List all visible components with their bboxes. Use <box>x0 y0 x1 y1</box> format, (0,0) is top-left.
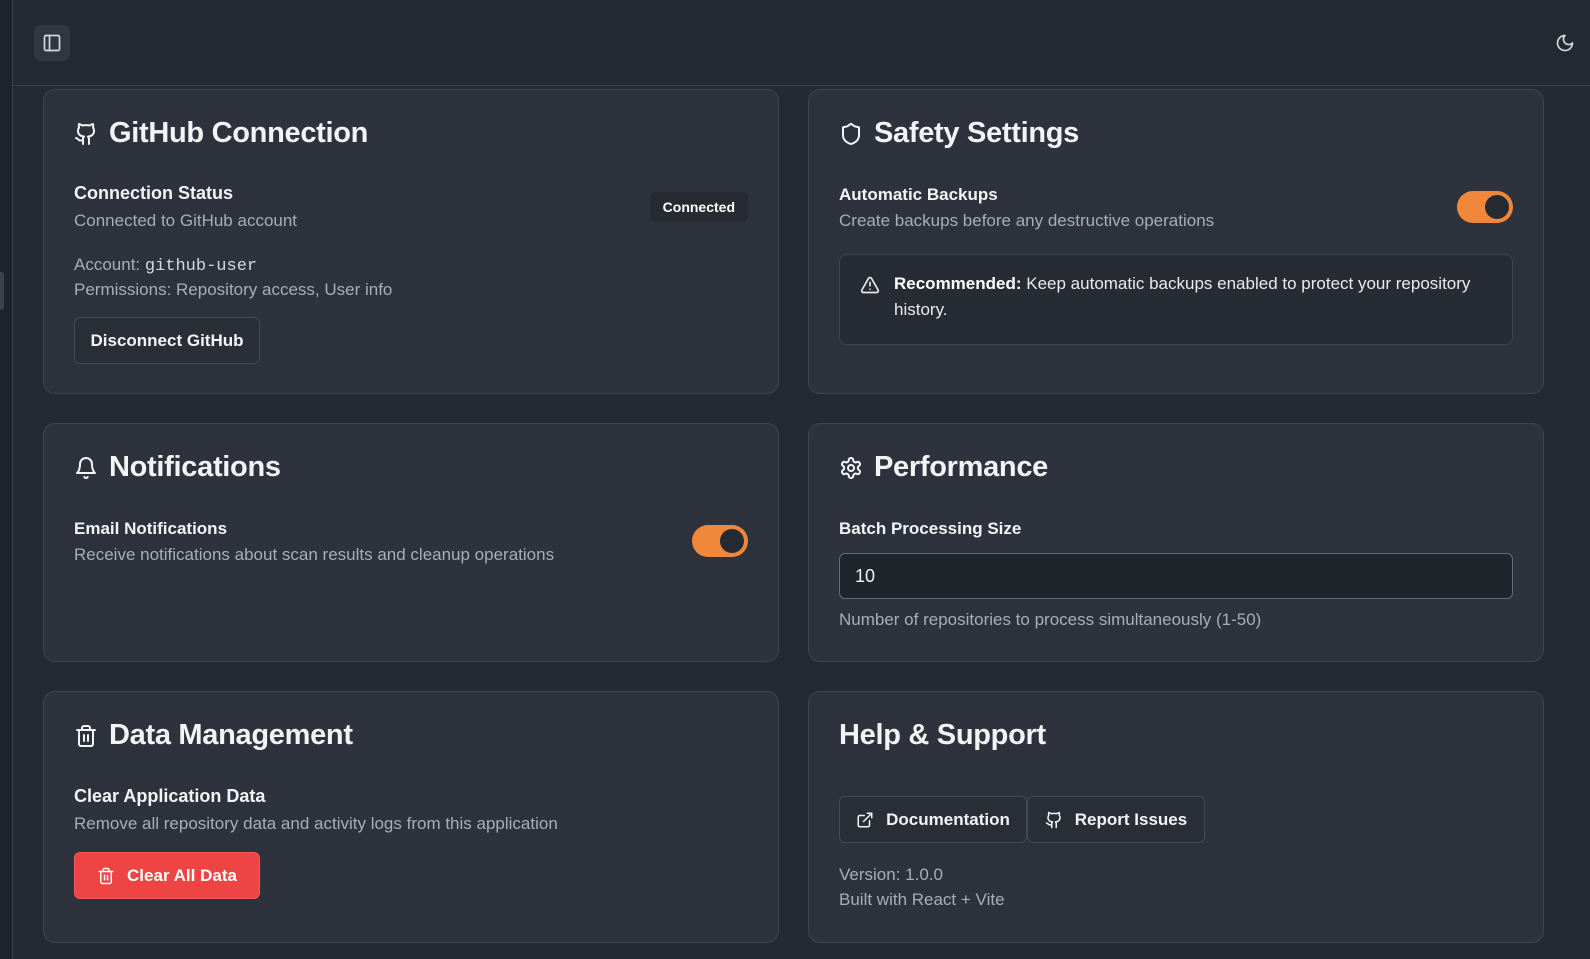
automatic-backups-label: Automatic Backups <box>839 185 998 204</box>
notifications-card: Notifications Email Notifications Receiv… <box>43 423 779 662</box>
shield-icon <box>839 121 863 147</box>
data-management-title: Data Management <box>74 719 353 752</box>
card-title-text: Help & Support <box>839 719 1046 751</box>
top-bar <box>13 0 1590 86</box>
email-notifications-desc: Receive notifications about scan results… <box>74 545 555 564</box>
warning-triangle-icon <box>860 275 880 300</box>
external-link-icon <box>856 811 874 829</box>
trash-icon <box>97 867 115 885</box>
email-notifications-label: Email Notifications <box>74 519 228 538</box>
card-title-text: Performance <box>874 451 1048 483</box>
card-title-text: GitHub Connection <box>109 117 369 149</box>
left-rail <box>0 0 13 959</box>
recommendation-alert: Recommended: Keep automatic backups enab… <box>839 254 1513 345</box>
documentation-label: Documentation <box>886 809 1010 829</box>
toggle-knob <box>1485 195 1509 219</box>
github-icon <box>1045 811 1063 829</box>
version-text: Version: 1.0.0 <box>839 865 943 884</box>
status-badge: Connected <box>649 192 748 222</box>
alert-text: Recommended: Keep automatic backups enab… <box>894 271 1492 323</box>
trash-icon <box>74 723 98 749</box>
email-notifications-toggle[interactable] <box>692 525 748 557</box>
connection-status-desc: Connected to GitHub account <box>74 211 298 230</box>
automatic-backups-toggle[interactable] <box>1457 191 1513 223</box>
card-title-text: Safety Settings <box>874 117 1079 149</box>
account-label: Account: <box>74 255 145 274</box>
documentation-button[interactable]: Documentation <box>839 796 1027 843</box>
account-line: Account: github-user <box>74 255 257 276</box>
clear-all-data-button[interactable]: Clear All Data <box>74 852 260 899</box>
connection-status-label: Connection Status <box>74 183 234 203</box>
alert-strong: Recommended: <box>894 274 1022 293</box>
theme-toggle-button[interactable] <box>1552 30 1578 56</box>
data-management-card: Data Management Clear Application Data R… <box>43 691 779 943</box>
safety-settings-card: Safety Settings Automatic Backups Create… <box>808 89 1544 394</box>
safety-settings-title: Safety Settings <box>839 117 1079 150</box>
help-support-title: Help & Support <box>839 719 1046 752</box>
card-title-text: Notifications <box>109 451 281 483</box>
bell-icon <box>74 455 98 481</box>
rail-handle[interactable] <box>0 272 4 310</box>
card-title-text: Data Management <box>109 719 353 751</box>
built-with-text: Built with React + Vite <box>839 890 1005 909</box>
report-issues-button[interactable]: Report Issues <box>1027 796 1205 843</box>
clear-data-desc: Remove all repository data and activity … <box>74 814 558 833</box>
clear-all-data-label: Clear All Data <box>127 865 237 885</box>
gear-icon <box>839 455 863 481</box>
batch-size-input[interactable]: 10 <box>839 553 1513 599</box>
panel-left-icon <box>43 34 61 52</box>
disconnect-github-button[interactable]: Disconnect GitHub <box>74 317 260 364</box>
batch-size-hint: Number of repositories to process simult… <box>839 610 1262 629</box>
report-issues-label: Report Issues <box>1074 809 1188 829</box>
github-icon <box>74 121 98 147</box>
help-support-card: Help & Support Documentation Report Issu… <box>808 691 1544 943</box>
account-value: github-user <box>144 257 258 276</box>
moon-icon <box>1556 34 1574 52</box>
clear-data-label: Clear Application Data <box>74 786 266 806</box>
notifications-title: Notifications <box>74 451 281 484</box>
batch-size-label: Batch Processing Size <box>839 519 1022 538</box>
github-connection-title: GitHub Connection <box>74 117 368 150</box>
automatic-backups-desc: Create backups before any destructive op… <box>839 211 1215 230</box>
performance-card: Performance Batch Processing Size 10 Num… <box>808 423 1544 662</box>
toggle-knob <box>720 529 744 553</box>
sidebar-toggle-button[interactable] <box>34 25 70 61</box>
permissions-text: Permissions: Repository access, User inf… <box>74 280 393 299</box>
github-connection-card: GitHub Connection Connection Status Conn… <box>43 89 779 394</box>
performance-title: Performance <box>839 451 1048 484</box>
